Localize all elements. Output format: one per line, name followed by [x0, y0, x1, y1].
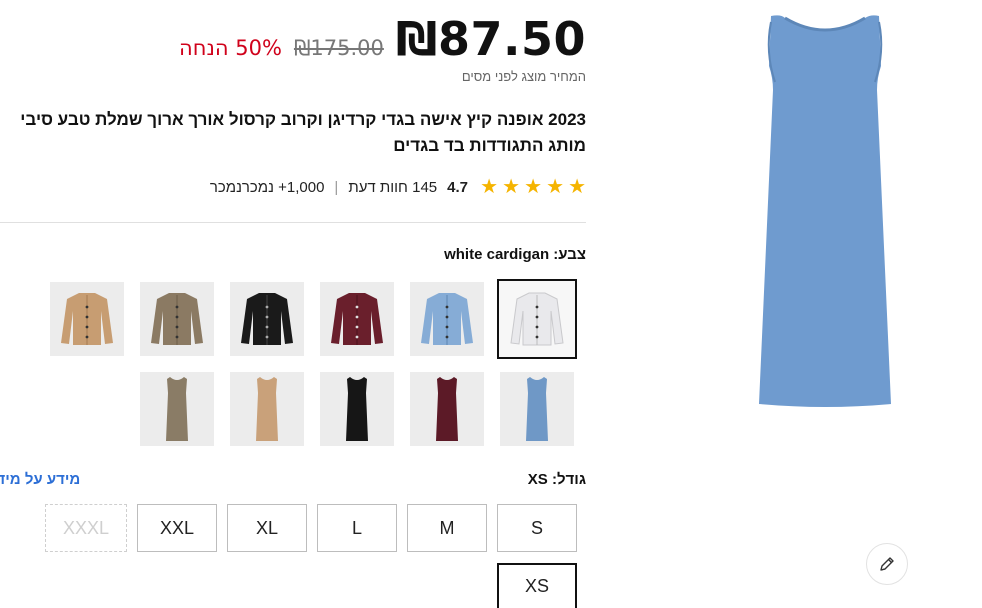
swatch-blue-cardigan[interactable] [410, 282, 484, 356]
current-price: ₪87.50 [395, 12, 586, 66]
main-product-image[interactable] [745, 12, 905, 412]
swatch-khaki-dress[interactable] [140, 372, 214, 446]
cardigan-image [61, 293, 113, 345]
size-option-xs[interactable]: XS [497, 563, 577, 608]
pencil-icon [880, 557, 894, 571]
size-option-l[interactable]: L [317, 504, 397, 552]
star-icon: ★ [546, 176, 564, 198]
color-label: צבע: white cardigan [444, 246, 586, 263]
swatch-camel-dress[interactable] [230, 372, 304, 446]
size-option-xxl[interactable]: XXL [137, 504, 217, 552]
dress-image [256, 377, 278, 441]
swatch-blue-dress[interactable] [500, 372, 574, 446]
star-icon: ★ [480, 176, 498, 198]
review-count[interactable]: 145 חוות דעת [348, 179, 437, 196]
swatch-camel-cardigan[interactable] [50, 282, 124, 356]
cardigan-image [421, 293, 473, 345]
dress-image [526, 377, 548, 441]
discount-label: 50% הנחה [179, 36, 282, 60]
selected-size: XS [527, 471, 548, 488]
star-icon: ★ [568, 176, 586, 198]
star-icon: ★ [524, 176, 542, 198]
cardigan-image [151, 293, 203, 345]
rating-value: 4.7 [447, 178, 468, 196]
swatch-burgundy-cardigan[interactable] [320, 282, 394, 356]
rating-row[interactable]: ★ ★ ★ ★ ★ 4.7 145 חוות דעת | 1,000+ נמכר… [210, 177, 586, 197]
divider [0, 222, 586, 223]
star-icon: ★ [502, 176, 520, 198]
price-row: ₪87.50 ₪175.00 50% הנחה [179, 12, 586, 66]
size-option-s[interactable]: S [497, 504, 577, 552]
swatch-black-cardigan[interactable] [230, 282, 304, 356]
original-price: ₪175.00 [293, 36, 384, 60]
color-label-text: צבע: [553, 246, 586, 263]
cardigan-image [331, 293, 383, 345]
star-rating: ★ ★ ★ ★ ★ [478, 177, 586, 197]
dress-image [166, 377, 188, 441]
dress-image [436, 377, 458, 441]
tax-note: המחיר מוצג לפני מסים [461, 69, 586, 84]
swatch-white-cardigan[interactable] [497, 279, 577, 359]
dress-image [346, 377, 368, 441]
swatch-burgundy-dress[interactable] [410, 372, 484, 446]
size-option-m[interactable]: M [407, 504, 487, 552]
size-label: גודל: XS [528, 471, 586, 488]
swatch-khaki-cardigan[interactable] [140, 282, 214, 356]
cardigan-image [510, 292, 564, 346]
rating-separator: | [334, 178, 339, 196]
sold-count: 1,000+ נמכרנמכר [209, 178, 325, 196]
product-title: 2023 אופנה קיץ אישה בגדי קרדיגן וקרוב קר… [20, 110, 586, 155]
size-label-text: גודל: [551, 471, 586, 488]
selected-color-name: white cardigan [444, 246, 550, 263]
edit-button[interactable] [866, 543, 908, 585]
swatch-black-dress[interactable] [320, 372, 394, 446]
size-option-xl[interactable]: XL [227, 504, 307, 552]
cardigan-image [241, 293, 293, 345]
size-info-link[interactable]: מידע על מידו [0, 471, 80, 488]
size-option-xxxl[interactable]: XXXL [45, 504, 127, 552]
dress-image [759, 15, 891, 407]
